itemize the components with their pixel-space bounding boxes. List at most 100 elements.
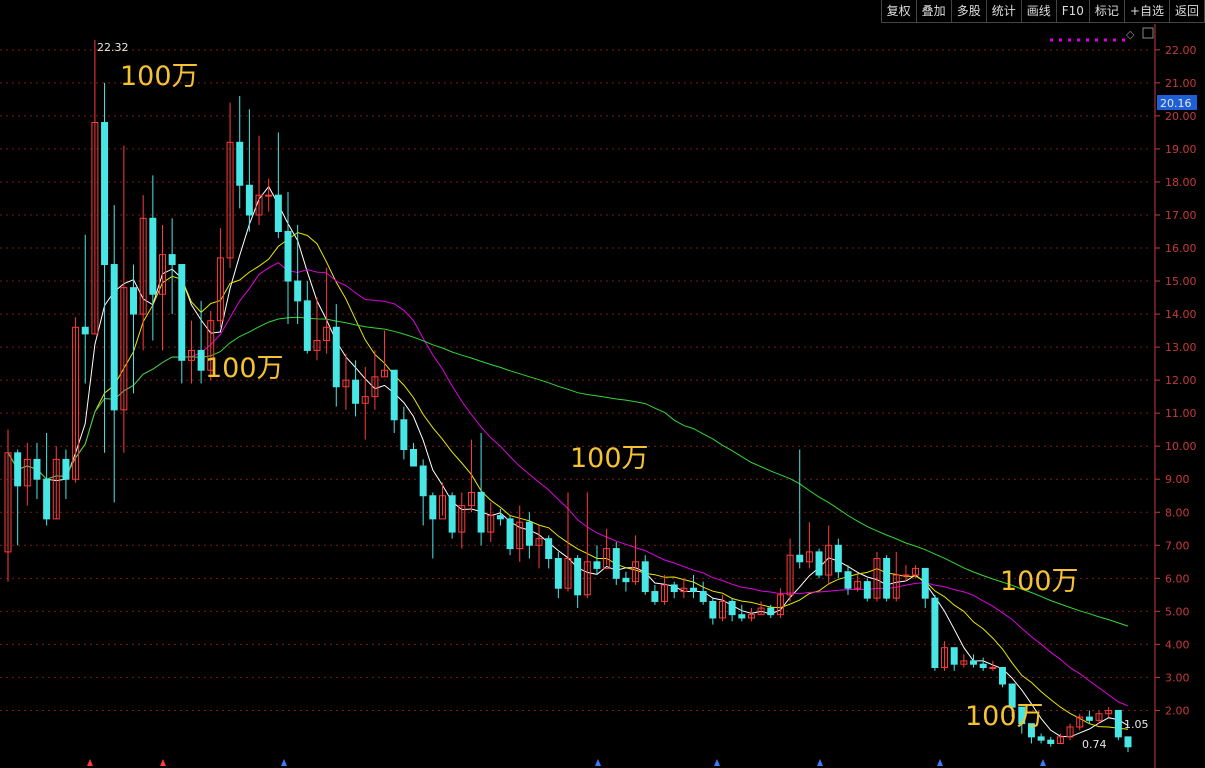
candle-body (554, 558, 562, 589)
y-tick-label: 20.00 (1165, 110, 1197, 123)
candle-body (1114, 709, 1122, 738)
y-tick-label: 8.00 (1165, 506, 1190, 519)
candle-body (303, 300, 311, 351)
y-tick-label: 13.00 (1165, 341, 1197, 354)
event-marker (714, 759, 720, 766)
volume-label-5: 100万 (965, 701, 1044, 732)
y-tick-label: 10.00 (1165, 440, 1197, 453)
annotations: 100万 100万 100万 100万 100万 22.32 0.74 1.05… (97, 27, 1197, 751)
candle-body (738, 614, 746, 619)
moving-average-lines (7, 185, 1129, 738)
bottom-markers (87, 759, 1046, 766)
candle-body (902, 574, 910, 577)
panel-toggle-icon[interactable] (1142, 27, 1154, 39)
y-tick-label: 4.00 (1165, 638, 1190, 651)
candle-body (178, 264, 186, 361)
min-price-label: 0.74 (1082, 738, 1107, 751)
candle-body (274, 194, 282, 232)
last-price-label: 1.05 (1124, 718, 1149, 731)
candle-body (101, 121, 109, 266)
y-tick-label: 17.00 (1165, 209, 1197, 222)
ma-line-ma5 (7, 185, 1129, 738)
candle-body (998, 667, 1006, 685)
y-tick-label: 11.00 (1165, 407, 1197, 420)
candle-body (950, 647, 958, 665)
candle-body (921, 567, 929, 599)
y-tick-label: 19.00 (1165, 143, 1197, 156)
y-axis: 2.00 3.00 4.00 5.00 6.00 7.00 8.00 9.00 10.00 11.… (1154, 24, 1197, 768)
y-tick-label: 12.00 (1165, 374, 1197, 387)
candle-body (149, 217, 157, 295)
candle-body (197, 349, 205, 371)
candle-body (767, 607, 775, 616)
event-marker (595, 759, 601, 766)
candle-body (622, 577, 630, 583)
candle-body (641, 561, 649, 593)
candle-body (33, 458, 41, 480)
event-marker (281, 759, 287, 766)
y-tick-label: 5.00 (1165, 605, 1190, 618)
current-price-value: 20.16 (1160, 97, 1192, 110)
candle-body (709, 600, 717, 619)
ma-line-ma10 (7, 231, 1129, 730)
candle-body (863, 581, 871, 599)
y-tick-label: 18.00 (1165, 176, 1197, 189)
candle-body (477, 491, 485, 533)
candle-body (429, 495, 437, 520)
y-tick-label: 3.00 (1165, 671, 1190, 684)
y-tick-label: 6.00 (1165, 572, 1190, 585)
candle-body (448, 495, 456, 533)
grid-lines (0, 49, 1150, 711)
candle-body (844, 571, 852, 589)
candle-body (670, 584, 678, 593)
candle-body (796, 554, 804, 563)
candle-body (728, 600, 736, 616)
diamond-icon[interactable]: ◇ (1126, 28, 1135, 41)
max-price-label: 22.32 (97, 41, 129, 54)
y-tick-label: 7.00 (1165, 539, 1190, 552)
candle-body (265, 194, 273, 197)
candle-body (284, 230, 292, 282)
y-tick-label: 16.00 (1165, 242, 1197, 255)
candle-body (352, 379, 360, 404)
candle-body (931, 597, 939, 669)
candle-body (14, 452, 22, 487)
candle-body (168, 254, 176, 266)
candle-body (690, 587, 698, 593)
y-tick-label: 21.00 (1165, 77, 1197, 90)
candle-body (545, 538, 553, 560)
candle-body (1047, 739, 1055, 744)
candlestick-chart[interactable]: 2.00 3.00 4.00 5.00 6.00 7.00 8.00 9.00 10.00 11.… (0, 0, 1205, 768)
candle-body (883, 558, 891, 599)
candle-body (130, 287, 138, 315)
candle-body (699, 591, 707, 602)
candle-body (989, 667, 997, 670)
candle-body (834, 544, 842, 573)
volume-label-1: 100万 (120, 61, 199, 92)
candle-body (1085, 716, 1093, 721)
candle-body (62, 458, 70, 480)
candle-body (593, 561, 601, 569)
candle-body (43, 478, 51, 520)
y-tick-label: 14.00 (1165, 308, 1197, 321)
volume-label-3: 100万 (570, 443, 649, 474)
candle-body (236, 141, 244, 186)
event-marker (1040, 759, 1046, 766)
candle-body (245, 184, 253, 216)
candle-body (81, 326, 89, 335)
candle-body (970, 660, 978, 665)
y-tick-label: 22.00 (1165, 44, 1197, 57)
candle-body (651, 591, 659, 602)
event-marker (937, 759, 943, 766)
candle-body (506, 518, 514, 550)
candle-body (110, 264, 118, 411)
candle-body (979, 663, 987, 669)
candle-body (574, 558, 582, 596)
candle-body (1124, 736, 1132, 748)
candle-body (390, 369, 398, 421)
candle-body (400, 419, 408, 451)
candle-body (496, 515, 504, 520)
y-tick-label: 9.00 (1165, 473, 1190, 486)
candle-body (525, 521, 533, 546)
y-tick-label: 15.00 (1165, 275, 1197, 288)
